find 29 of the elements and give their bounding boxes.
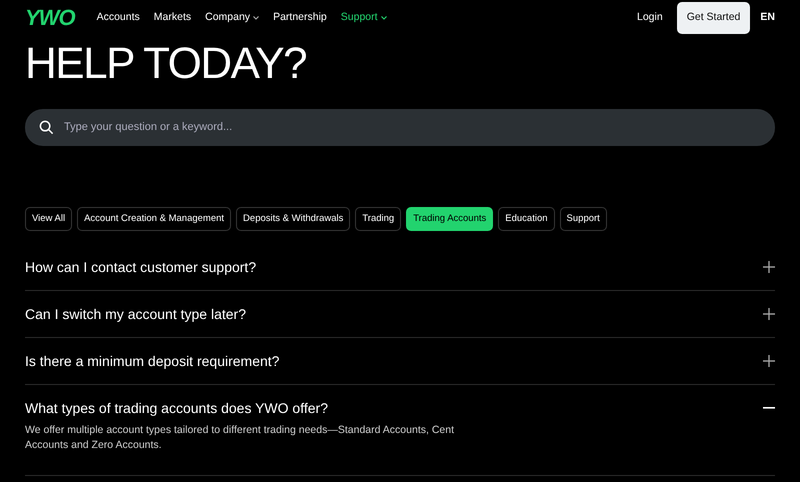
nav-link[interactable]: Markets: [154, 10, 192, 26]
language-selector[interactable]: EN: [760, 10, 775, 26]
nav-link[interactable]: Company: [205, 10, 260, 26]
expand-icon[interactable]: [763, 308, 775, 320]
faq-question[interactable]: How can I contact customer support?: [25, 256, 256, 278]
filter-tab[interactable]: Trading Accounts: [406, 207, 494, 232]
nav-link[interactable]: Accounts: [96, 10, 140, 26]
filter-tab[interactable]: View All: [25, 207, 72, 232]
collapse-icon[interactable]: [763, 407, 775, 410]
faq-question[interactable]: Is there a minimum deposit requirement?: [25, 350, 280, 372]
filter-tab[interactable]: Deposits & Withdrawals: [236, 207, 350, 232]
page-heading: HELP TODAY?: [25, 42, 308, 86]
logo[interactable]: YWO: [25, 7, 75, 29]
nav-link[interactable]: Partnership: [273, 10, 327, 26]
login-link[interactable]: Login: [637, 10, 663, 26]
search-input[interactable]: Type your question or a keyword...: [62, 118, 761, 137]
search-field[interactable]: Type your question or a keyword...: [25, 109, 775, 146]
faq-answer: We offer multiple account types tailored to different trading needs—Standard Accounts, Cent Accounts and Zero Accounts.: [25, 423, 456, 453]
expand-icon[interactable]: [763, 355, 775, 368]
nav-link[interactable]: Support: [340, 10, 387, 26]
filter-tab[interactable]: Account Creation & Management: [77, 207, 232, 232]
search-icon: [39, 120, 54, 135]
filter-tab[interactable]: Trading: [355, 207, 402, 232]
faq-question[interactable]: What types of trading accounts does YWO offer?: [25, 398, 328, 419]
filter-tab[interactable]: Education: [498, 207, 555, 232]
faq-question[interactable]: Can I switch my account type later?: [25, 304, 246, 325]
get-started-button[interactable]: Get Started: [676, 2, 750, 34]
filter-tab[interactable]: Support: [560, 207, 607, 232]
expand-icon[interactable]: [763, 261, 775, 274]
